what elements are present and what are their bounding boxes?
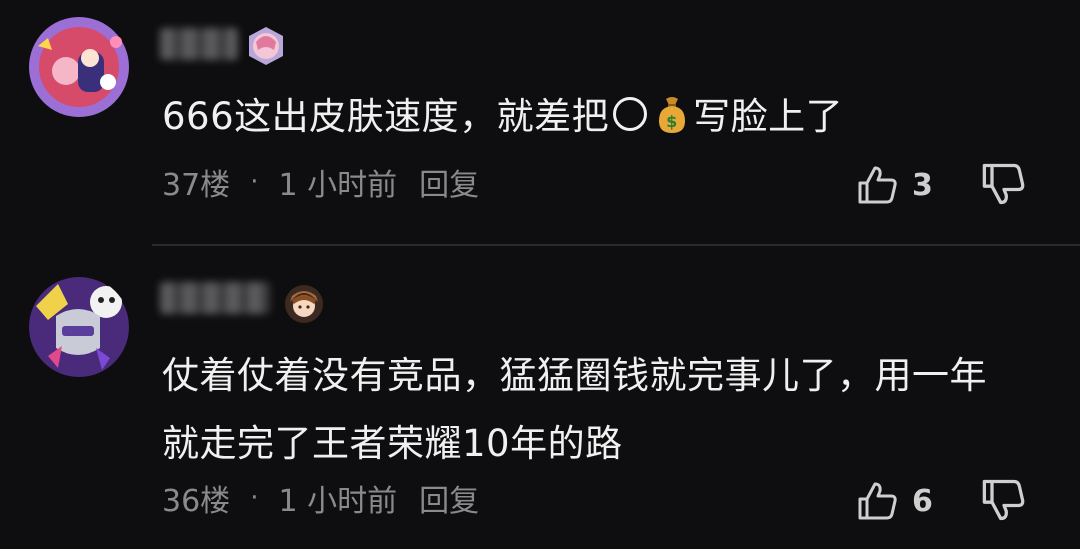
- dislike-button[interactable]: [980, 160, 1028, 208]
- like-count: 6: [912, 483, 933, 519]
- comment-item: 仗着仗着没有竞品，猛猛圈钱就完事儿了，用一年就走完了王者荣耀10年的路 36楼 …: [0, 246, 1080, 549]
- dislike-button[interactable]: [980, 476, 1028, 524]
- avatar[interactable]: [28, 16, 130, 118]
- comment-text: 666这出皮肤速度，就差把 $ 写脸上了: [162, 83, 1010, 151]
- money-bag-emoji-icon: $: [653, 89, 691, 133]
- username-redacted[interactable]: [160, 282, 270, 314]
- comment-text: 仗着仗着没有竞品，猛猛圈钱就完事儿了，用一年就走完了王者荣耀10年的路: [162, 354, 987, 465]
- like-button[interactable]: 3: [856, 163, 933, 207]
- timestamp: 1 小时前: [278, 168, 398, 203]
- avatar[interactable]: [28, 276, 130, 378]
- thumbs-down-icon: [982, 163, 1025, 205]
- thumbs-up-icon: [858, 482, 897, 520]
- comment-item: 666这出皮肤速度，就差把 $ 写脸上了 37楼 · 1 小时前 回复 3: [0, 0, 1080, 246]
- floor-number: 36楼: [162, 484, 231, 519]
- comment-meta: 36楼 · 1 小时前 回复: [162, 476, 479, 520]
- like-button[interactable]: 6: [856, 479, 933, 523]
- separator: ·: [250, 167, 259, 197]
- circle-o-icon: [613, 97, 648, 131]
- floor-number: 37楼: [162, 168, 231, 203]
- reply-button[interactable]: 回复: [419, 160, 479, 204]
- thumbs-down-icon: [982, 479, 1025, 521]
- user-badge-icon: [284, 284, 324, 324]
- separator: ·: [250, 483, 259, 513]
- svg-text:$: $: [666, 112, 678, 131]
- user-badge-icon: [246, 26, 286, 66]
- like-count: 3: [912, 167, 933, 203]
- reply-button[interactable]: 回复: [419, 476, 479, 520]
- username-redacted[interactable]: [160, 28, 238, 60]
- thumbs-up-icon: [858, 166, 897, 204]
- timestamp: 1 小时前: [278, 484, 398, 519]
- comment-meta: 37楼 · 1 小时前 回复: [162, 160, 479, 204]
